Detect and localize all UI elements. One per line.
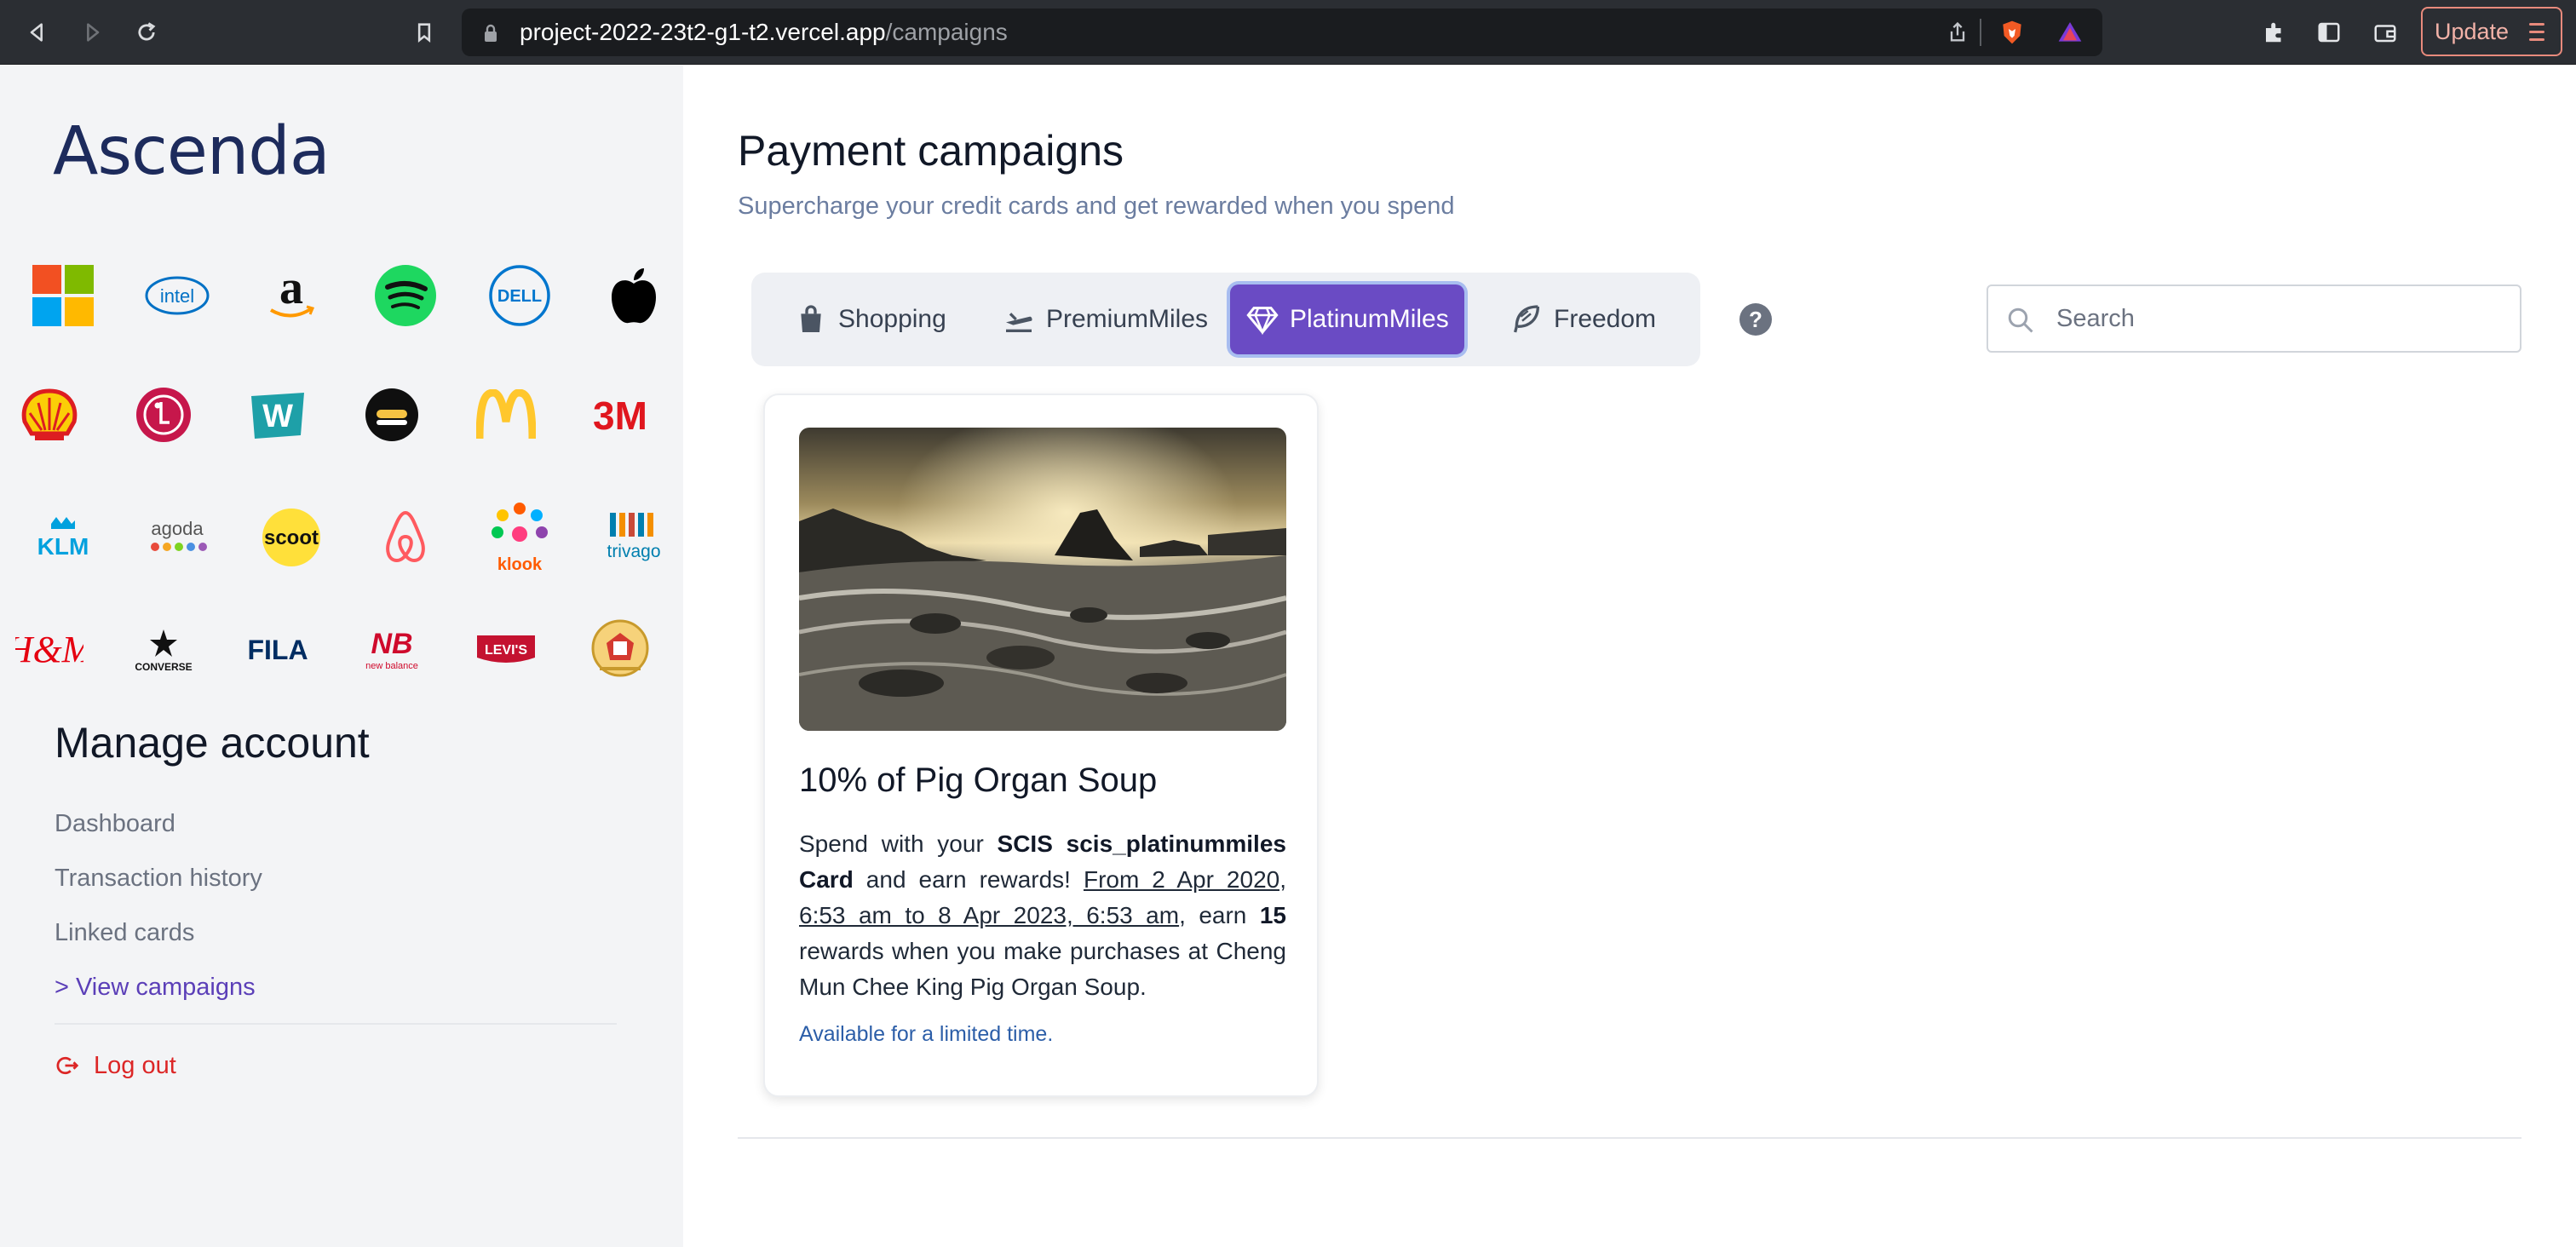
scoot-text: scoot — [264, 526, 319, 549]
back-icon[interactable] — [20, 15, 55, 49]
menu-icon — [2529, 22, 2545, 41]
amazon-logo-icon: a — [257, 261, 325, 330]
campaign-tabs: Shopping PremiumMiles PlatinumMiles Free… — [751, 273, 1700, 366]
sidebar-item-linked-cards[interactable]: Linked cards — [55, 919, 194, 947]
hm-logo-icon: H&M — [15, 616, 83, 684]
search-input[interactable] — [2056, 286, 2508, 351]
diamond-icon — [1246, 307, 1279, 336]
shell-logo-icon — [15, 381, 83, 449]
help-icon[interactable]: ? — [1739, 303, 1772, 336]
airbnb-logo-icon — [371, 503, 440, 572]
spotify-logo-icon — [371, 261, 440, 330]
new-balance-text: new balance — [365, 661, 418, 671]
campaign-card[interactable]: 10% of Pig Organ Soup Spend with your SC… — [763, 394, 1319, 1097]
klm-text: KLM — [37, 533, 89, 560]
description-text: rewards when you make purchases at Cheng… — [799, 938, 1286, 1000]
levis-text: LEVI'S — [485, 643, 527, 658]
logout-icon — [56, 1056, 79, 1075]
wallet-icon[interactable] — [2368, 15, 2402, 49]
trivago-text: trivago — [607, 542, 660, 561]
tab-label: PremiumMiles — [1046, 305, 1209, 333]
tab-label: PlatinumMiles — [1290, 305, 1449, 333]
tab-shopping[interactable]: Shopping — [779, 284, 962, 354]
bookmark-icon[interactable] — [407, 15, 441, 49]
logout-button[interactable]: Log out — [55, 1049, 176, 1083]
lg-logo-icon — [129, 381, 198, 449]
description-text: Spend with your — [799, 830, 998, 857]
logout-label: Log out — [94, 1051, 176, 1079]
grab-face-logo-icon — [358, 381, 426, 449]
description-text: and earn rewards! — [853, 866, 1084, 893]
campaign-image — [799, 428, 1286, 731]
trivago-logo-icon: trivago — [600, 503, 668, 572]
svg-text:NB: NB — [371, 628, 412, 660]
mcdonalds-logo-icon — [472, 381, 540, 449]
watsons-logo-icon: W — [244, 381, 312, 449]
apple-logo-icon — [600, 261, 668, 330]
search-icon — [2008, 307, 2033, 333]
sidebar: Ascenda intel a DELL W 3M KLM agoda scoo… — [0, 66, 683, 1247]
tab-premiummiles[interactable]: PremiumMiles — [986, 284, 1223, 354]
dell-text: DELL — [497, 287, 542, 306]
availability-note: Available for a limited time. — [799, 1022, 1054, 1046]
scoot-logo-icon: scoot — [257, 503, 325, 572]
levis-logo-icon: LEVI'S — [472, 616, 540, 684]
sidebar-item-dashboard[interactable]: Dashboard — [55, 810, 175, 838]
fila-logo-icon: FILA — [244, 616, 312, 684]
sidebar-item-transaction-history[interactable]: Transaction history — [55, 865, 262, 893]
forward-icon[interactable] — [75, 15, 109, 49]
url-divider — [1980, 19, 1981, 46]
converse-logo-icon: CONVERSE — [129, 616, 198, 684]
feather-icon — [1514, 305, 1539, 333]
klook-text: klook — [497, 555, 543, 573]
browser-toolbar: project-2022-23t2-g1-t2.vercel.app/campa… — [0, 0, 2576, 65]
new-balance-logo-icon: NB new balance — [358, 616, 426, 684]
url-text: project-2022-23t2-g1-t2.vercel.app/campa… — [520, 19, 1008, 45]
microsoft-logo-icon — [29, 261, 97, 330]
agoda-logo-icon: agoda — [143, 503, 211, 572]
3m-logo-icon: 3M — [586, 381, 654, 449]
klm-logo-icon: KLM — [29, 503, 97, 572]
search-box[interactable] — [1987, 284, 2521, 353]
share-icon[interactable] — [1944, 19, 1971, 46]
bag-icon — [801, 305, 821, 332]
sidebar-divider — [55, 1023, 617, 1025]
brand-logo[interactable]: Ascenda — [53, 113, 331, 190]
brave-shield-icon[interactable] — [1998, 19, 2026, 46]
campaign-title: 10% of Pig Organ Soup — [799, 761, 1158, 799]
content-divider — [738, 1137, 2521, 1139]
crest-logo-icon — [586, 616, 654, 684]
intel-logo-icon: intel — [143, 261, 211, 330]
update-label: Update — [2435, 18, 2510, 44]
dell-logo-icon: DELL — [486, 261, 554, 330]
update-button[interactable]: Update — [2421, 7, 2562, 56]
campaign-description: Spend with your SCIS scis_platinummiles … — [799, 826, 1286, 1005]
3m-text: 3M — [593, 394, 647, 436]
tab-platinummiles[interactable]: PlatinumMiles — [1230, 284, 1464, 354]
tab-freedom[interactable]: Freedom — [1494, 284, 1671, 354]
agoda-text: agoda — [151, 518, 204, 539]
klook-logo-icon: klook — [486, 503, 554, 573]
sidebar-item-view-campaigns[interactable]: > View campaigns — [55, 974, 256, 1002]
reward-points: 15 — [1259, 902, 1286, 928]
intel-text: intel — [160, 285, 194, 307]
lock-icon — [485, 24, 497, 42]
brave-rewards-icon[interactable] — [2056, 19, 2084, 46]
manage-account-title: Manage account — [55, 719, 370, 767]
extensions-icon[interactable] — [2257, 15, 2291, 49]
sidebar-toggle-icon[interactable] — [2312, 15, 2346, 49]
address-bar[interactable]: project-2022-23t2-g1-t2.vercel.app/campa… — [462, 9, 2102, 56]
page-title: Payment campaigns — [738, 127, 1124, 175]
description-text: , earn — [1179, 902, 1260, 928]
tab-label: Freedom — [1554, 305, 1657, 333]
watsons-text: W — [262, 399, 293, 434]
converse-text: CONVERSE — [135, 661, 192, 673]
tab-label: Shopping — [838, 305, 946, 333]
svg-text:a: a — [279, 266, 303, 314]
reload-icon[interactable] — [129, 15, 164, 49]
plane-icon — [1006, 313, 1032, 332]
fila-text: FILA — [247, 635, 308, 665]
hm-text: H&M — [15, 629, 83, 670]
page-subtitle: Supercharge your credit cards and get re… — [738, 193, 1455, 220]
